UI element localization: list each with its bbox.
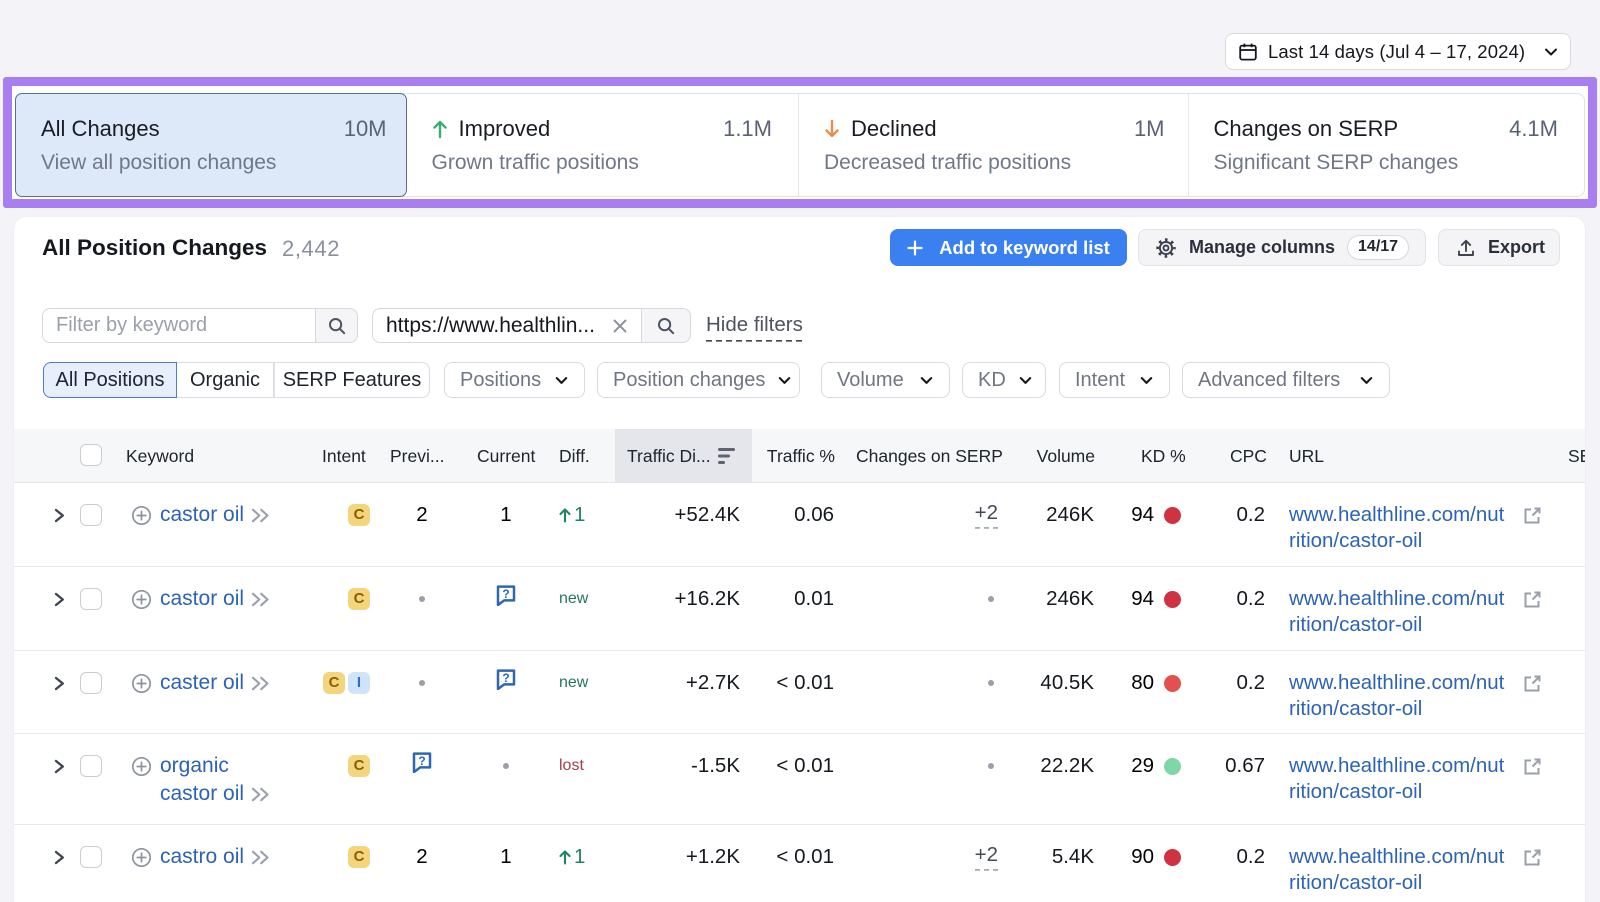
svg-text:?: ? [502,671,509,685]
svg-text:?: ? [502,587,509,601]
svg-text:?: ? [418,754,425,768]
